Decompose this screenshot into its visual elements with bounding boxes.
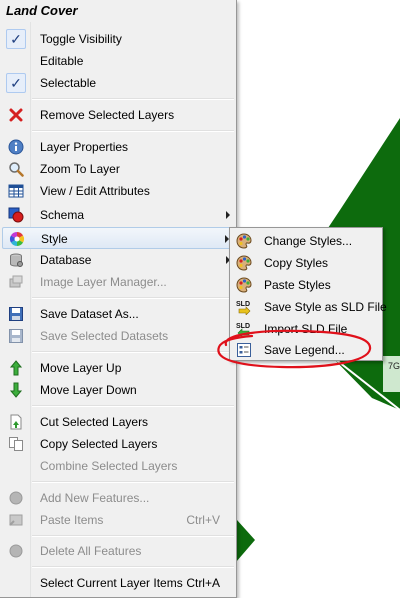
submenu-arrow-icon <box>226 211 230 219</box>
copy-icon <box>8 436 24 452</box>
info-icon <box>8 139 24 155</box>
separator <box>32 535 234 537</box>
menu-item-selectable[interactable]: ✓ Selectable <box>2 72 234 94</box>
separator <box>32 351 234 353</box>
arrow-up-icon <box>8 360 24 376</box>
layer-context-menu: Land Cover ✓ Toggle Visibility Editable … <box>0 0 237 598</box>
menu-title: Land Cover <box>0 0 236 22</box>
palette-icon <box>236 233 252 249</box>
shortcut-label: Ctrl+A <box>186 576 220 590</box>
menu-item-zoom-to-layer[interactable]: Zoom To Layer <box>2 158 234 180</box>
menu-item-copy-selected-layers[interactable]: Copy Selected Layers <box>2 433 234 455</box>
submenu-item-paste-styles[interactable]: Paste Styles <box>232 274 380 296</box>
submenu-item-save-style-as-sld-file[interactable]: SLD Save Style as SLD File <box>232 296 387 318</box>
palette-icon <box>236 277 252 293</box>
menu-item-save-dataset-as[interactable]: Save Dataset As... <box>2 303 234 325</box>
sld-import-icon: SLD <box>236 321 252 337</box>
circle-icon <box>8 543 24 559</box>
menu-item-database[interactable]: Database <box>2 249 234 271</box>
menu-item-delete-all-features[interactable]: Delete All Features <box>2 540 234 562</box>
svg-text:SLD: SLD <box>236 323 250 330</box>
menu-item-paste-items[interactable]: Paste Items Ctrl+V <box>2 509 234 531</box>
menu-item-image-layer-manager[interactable]: Image Layer Manager... <box>2 271 234 293</box>
arrow-down-icon <box>8 382 24 398</box>
separator <box>32 481 234 483</box>
legend-icon <box>236 342 252 358</box>
menu-item-move-layer-up[interactable]: Move Layer Up <box>2 357 234 379</box>
red-x-icon <box>8 107 24 123</box>
palette-icon <box>236 255 252 271</box>
separator <box>32 405 234 407</box>
menu-item-editable[interactable]: Editable <box>2 50 234 72</box>
save-icon <box>8 328 24 344</box>
svg-text:SLD: SLD <box>236 301 250 308</box>
submenu-item-save-legend[interactable]: Save Legend... <box>232 339 380 361</box>
style-submenu: Change Styles... Copy Styles Paste Style… <box>229 227 387 361</box>
separator <box>32 566 234 568</box>
check-icon: ✓ <box>6 29 26 49</box>
circle-icon <box>8 490 24 506</box>
image-layer-icon <box>8 274 24 290</box>
menu-item-cut-selected-layers[interactable]: Cut Selected Layers <box>2 411 234 433</box>
magnifier-icon <box>8 161 24 177</box>
sld-save-icon: SLD <box>236 299 252 315</box>
menu-item-add-new-features[interactable]: Add New Features... <box>2 487 234 509</box>
shortcut-label: Ctrl+V <box>186 513 220 527</box>
submenu-item-change-styles[interactable]: Change Styles... <box>232 230 380 252</box>
save-icon <box>8 306 24 322</box>
table-icon <box>8 183 24 199</box>
color-wheel-icon <box>9 231 25 247</box>
check-icon: ✓ <box>6 73 26 93</box>
menu-item-layer-properties[interactable]: Layer Properties <box>2 136 234 158</box>
submenu-item-copy-styles[interactable]: Copy Styles <box>232 252 380 274</box>
menu-item-style[interactable]: Style <box>2 227 234 249</box>
separator <box>32 297 234 299</box>
database-icon <box>8 252 24 268</box>
menu-item-view-edit-attributes[interactable]: View / Edit Attributes <box>2 180 234 202</box>
submenu-item-import-sld-file[interactable]: SLD Import SLD File <box>232 318 380 340</box>
map-label: 7G <box>388 361 400 371</box>
separator <box>32 130 234 132</box>
menu-item-toggle-visibility[interactable]: ✓ Toggle Visibility <box>2 28 234 50</box>
schema-icon <box>8 207 24 223</box>
cut-icon <box>8 414 24 430</box>
paste-icon <box>8 512 24 528</box>
menu-item-select-current-layer-items[interactable]: Select Current Layer Items Ctrl+A <box>2 572 234 594</box>
separator <box>32 98 234 100</box>
menu-item-move-layer-down[interactable]: Move Layer Down <box>2 379 234 401</box>
menu-item-save-selected-datasets[interactable]: Save Selected Datasets <box>2 325 234 347</box>
menu-item-combine-selected-layers[interactable]: Combine Selected Layers <box>2 455 234 477</box>
menu-item-schema[interactable]: Schema <box>2 204 234 226</box>
menu-item-remove-selected-layers[interactable]: Remove Selected Layers <box>2 104 234 126</box>
